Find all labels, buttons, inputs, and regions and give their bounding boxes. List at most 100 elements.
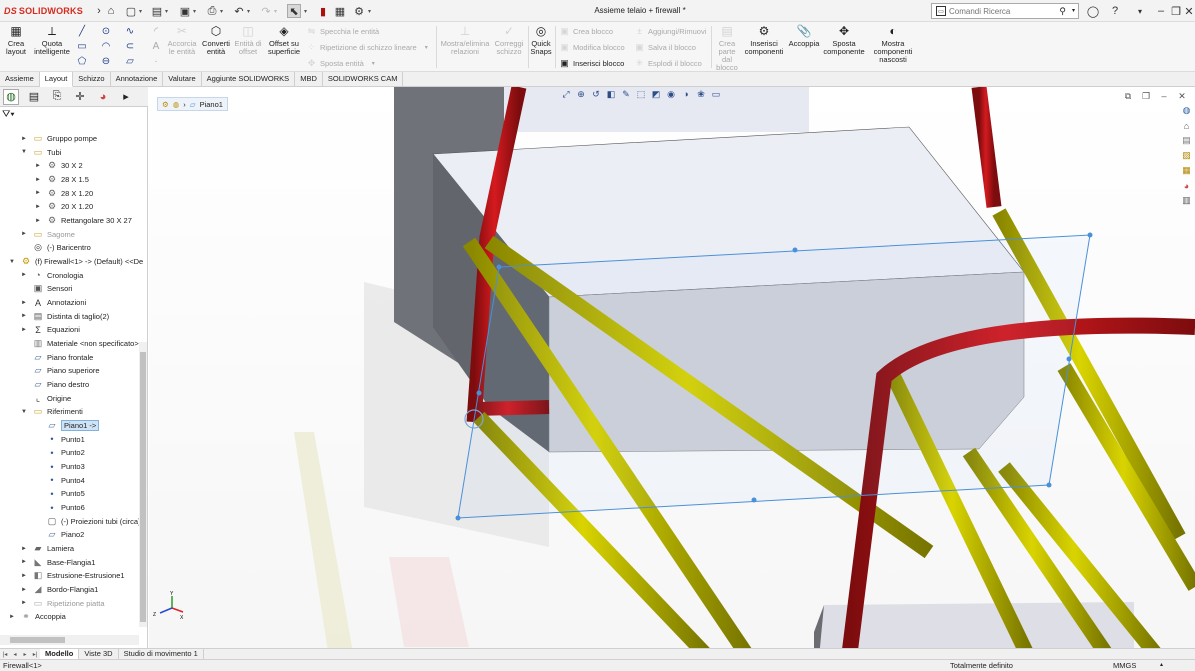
modifica-blocco-button[interactable]: ▣ Modifica blocco bbox=[559, 41, 624, 53]
tree-node-sensori[interactable]: ▣ Sensori bbox=[20, 282, 73, 295]
esplodi-blocco-button[interactable]: ✳ Esplodi il blocco bbox=[634, 57, 702, 69]
view-settings-icon[interactable]: ▭ bbox=[711, 89, 721, 99]
expand-toggle-icon[interactable]: ► bbox=[20, 573, 28, 579]
search-mode-icon[interactable]: ▭ bbox=[936, 6, 946, 16]
help-icon[interactable]: ? bbox=[1108, 4, 1122, 18]
tab-assieme[interactable]: Assieme bbox=[0, 72, 40, 87]
expand-toggle-icon[interactable]: ► bbox=[34, 177, 42, 183]
quota-intelligente-button[interactable]: ⟂ Quota intelligente bbox=[33, 24, 71, 56]
expand-toggle-icon[interactable]: ► bbox=[20, 272, 28, 278]
text-icon[interactable]: A bbox=[150, 40, 162, 52]
breadcrumb-item[interactable]: Piano1 bbox=[200, 100, 223, 109]
undo-dropdown-icon[interactable]: ▾ bbox=[247, 8, 253, 15]
expand-toggle-icon[interactable]: ► bbox=[20, 587, 28, 593]
tree-node-accoppia[interactable]: ► ⚭ Accoppia bbox=[8, 610, 66, 623]
next-tab-icon[interactable]: ▸ bbox=[20, 651, 30, 658]
plane-sketch-icon[interactable]: ▱ bbox=[124, 55, 136, 67]
more-tabs-icon[interactable]: ▸ bbox=[118, 89, 134, 105]
offset-superficie-button[interactable]: ◈ Offset su superficie bbox=[266, 24, 302, 56]
view-orientation-icon[interactable]: ⬚ bbox=[636, 89, 646, 99]
tree-node-proiezioni-tubi-circa[interactable]: ▢ (-) Proiezioni tubi (circa) bbox=[34, 515, 141, 528]
reference-plane-piano1[interactable] bbox=[457, 234, 1091, 519]
tree-node-28-x-1-20[interactable]: ► ⚙ 28 X 1.20 bbox=[34, 187, 93, 200]
tree-node-tubi[interactable]: ▼ ▭ Tubi bbox=[20, 146, 61, 159]
solidworks-resources-icon[interactable]: ◍ bbox=[1180, 104, 1193, 117]
property-manager-tab-icon[interactable]: ▤ bbox=[26, 89, 42, 105]
close-icon[interactable]: ✕ bbox=[1182, 4, 1195, 18]
select-pointer-icon[interactable]: ⬉ bbox=[287, 4, 301, 18]
tree-horizontal-scrollbar[interactable] bbox=[0, 635, 139, 645]
file-properties-icon[interactable]: ▦ bbox=[333, 4, 347, 18]
file-explorer-icon[interactable]: ▨ bbox=[1180, 149, 1193, 162]
search-dropdown-icon[interactable]: ▾ bbox=[1072, 7, 1075, 14]
appearances-icon[interactable]: ◕ bbox=[1180, 179, 1193, 192]
scroll-thumb[interactable] bbox=[140, 352, 146, 622]
feature-manager-tab-icon[interactable]: ◍ bbox=[3, 88, 19, 105]
tree-node-estrusione-estrusione1[interactable]: ► ◧ Estrusione-Estrusione1 bbox=[20, 569, 125, 582]
tab-studio-movimento[interactable]: Studio di movimento 1 bbox=[119, 649, 204, 659]
redo-dropdown-icon[interactable]: ▾ bbox=[274, 8, 280, 15]
restore-icon[interactable]: ❐ bbox=[1169, 4, 1183, 18]
tree-node-gruppo-pompe[interactable]: ► ▭ Gruppo pompe bbox=[20, 132, 97, 145]
tree-node-baricentro[interactable]: ◎ (-) Baricentro bbox=[20, 241, 91, 254]
plane-handle[interactable] bbox=[751, 497, 757, 503]
sketch-fillet-icon[interactable]: ◜ bbox=[150, 25, 162, 37]
move-dropdown-icon[interactable]: ▾ bbox=[372, 60, 375, 67]
tab-modello[interactable]: Modello bbox=[40, 649, 80, 659]
tree-node-punto3[interactable]: • Punto3 bbox=[34, 460, 84, 473]
expand-toggle-icon[interactable]: ▼ bbox=[20, 149, 28, 155]
rectangle-icon[interactable]: ▭ bbox=[76, 40, 88, 52]
undo-icon[interactable]: ↶ bbox=[232, 4, 246, 18]
tree-node-sagome[interactable]: ► ▭ Sagome bbox=[20, 228, 75, 241]
tree-node-punto5[interactable]: • Punto5 bbox=[34, 487, 84, 500]
accorcia-button[interactable]: ✂ Accorcia le entità bbox=[166, 24, 198, 56]
part-breadcrumb-icon[interactable]: ◍ bbox=[173, 100, 180, 109]
plane-handle[interactable] bbox=[1046, 482, 1052, 488]
converti-entita-button[interactable]: ⬡ Converti entità bbox=[200, 24, 232, 56]
quick-snaps-button[interactable]: ◎ Quick Snaps bbox=[530, 24, 552, 56]
expand-toggle-icon[interactable]: ▼ bbox=[8, 259, 16, 265]
expand-toggle-icon[interactable]: ► bbox=[20, 136, 28, 142]
assembly-breadcrumb-icon[interactable]: ⚙ bbox=[162, 100, 169, 109]
tree-node-punto6[interactable]: • Punto6 bbox=[34, 501, 84, 514]
search-icon[interactable]: ⚲ bbox=[1059, 6, 1066, 17]
tree-node-28-x-1-5[interactable]: ► ⚙ 28 X 1.5 bbox=[34, 173, 89, 186]
new-dropdown-icon[interactable]: ▾ bbox=[139, 8, 145, 15]
configuration-manager-tab-icon[interactable]: ⎘ bbox=[49, 89, 65, 105]
polygon-icon[interactable]: ⬠ bbox=[76, 55, 88, 67]
scroll-thumb[interactable] bbox=[10, 637, 65, 643]
command-search[interactable]: ▭ ⚲ ▾ bbox=[931, 3, 1079, 19]
save-icon[interactable]: ▣ bbox=[178, 4, 192, 18]
ripetizione-lineare-button[interactable]: ⁘ Ripetizione di schizzo lineare ▾ bbox=[306, 41, 428, 53]
expand-toggle-icon[interactable]: ► bbox=[34, 204, 42, 210]
expand-toggle-icon[interactable]: ► bbox=[8, 614, 16, 620]
zoom-area-icon[interactable]: ⊕ bbox=[576, 89, 586, 99]
tree-node-piano-frontale[interactable]: ▱ Piano frontale bbox=[20, 351, 94, 364]
plane-handle[interactable] bbox=[476, 390, 482, 396]
circle-icon[interactable]: ⊙ bbox=[100, 25, 112, 37]
units-dropdown-icon[interactable]: ▴ bbox=[1160, 661, 1163, 668]
breadcrumb[interactable]: ⚙ ◍ › ▱ Piano1 bbox=[157, 97, 228, 111]
tree-node-piano-destro[interactable]: ▱ Piano destro bbox=[20, 378, 90, 391]
redo-icon[interactable]: ↷ bbox=[259, 4, 273, 18]
prev-tab-icon[interactable]: ◂ bbox=[10, 651, 20, 658]
help-dropdown-icon[interactable]: ▾ bbox=[1133, 4, 1147, 18]
apply-scene-icon[interactable]: ❀ bbox=[696, 89, 706, 99]
arc-icon[interactable]: ◠ bbox=[100, 40, 112, 52]
section-view-icon[interactable]: ◧ bbox=[606, 89, 616, 99]
expand-toggle-icon[interactable]: ► bbox=[20, 546, 28, 552]
open-dropdown-icon[interactable]: ▾ bbox=[165, 8, 171, 15]
tab-viste-3d[interactable]: Viste 3D bbox=[79, 649, 119, 659]
expand-toggle-icon[interactable]: ► bbox=[20, 559, 28, 565]
print-dropdown-icon[interactable]: ▾ bbox=[220, 8, 226, 15]
spline-icon[interactable]: ∿ bbox=[124, 25, 136, 37]
salva-blocco-button[interactable]: ▣ Salva il blocco bbox=[634, 41, 696, 53]
sposta-componente-button[interactable]: ✥ Sposta componente bbox=[823, 24, 865, 56]
accoppia-button[interactable]: 📎 Accoppia bbox=[787, 24, 821, 48]
viewport-minimize-icon[interactable]: – bbox=[1159, 91, 1169, 102]
expand-toggle-icon[interactable]: ► bbox=[34, 218, 42, 224]
tab-schizzo[interactable]: Schizzo bbox=[73, 72, 111, 87]
tree-node-riferimenti[interactable]: ▼ ▭ Riferimenti bbox=[20, 405, 83, 418]
expand-toggle-icon[interactable]: ► bbox=[20, 327, 28, 333]
save-dropdown-icon[interactable]: ▾ bbox=[193, 8, 199, 15]
